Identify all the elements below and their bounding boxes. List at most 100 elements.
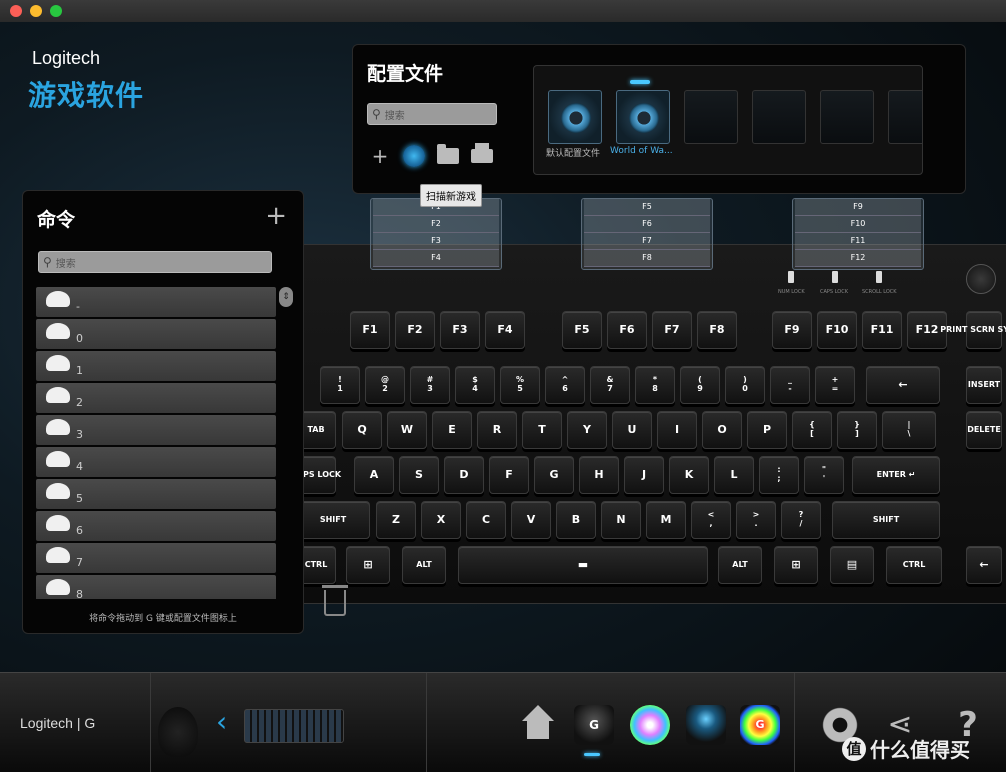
key-letter[interactable]: G <box>534 456 574 494</box>
key-letter[interactable]: > . <box>736 501 776 539</box>
key-letter[interactable]: Z <box>376 501 416 539</box>
keyboard-device-icon[interactable] <box>244 709 344 743</box>
key-arrow-left[interactable]: ← <box>966 546 1002 584</box>
key-f9[interactable]: F9 <box>772 311 812 349</box>
key-number[interactable]: ^ 6 <box>545 366 585 404</box>
key-letter[interactable]: < , <box>691 501 731 539</box>
key-letter[interactable]: N <box>601 501 641 539</box>
command-scroll-stepper[interactable]: ⇕ <box>279 287 293 307</box>
key-alt-right[interactable]: ALT <box>718 546 762 584</box>
key-letter[interactable]: P <box>747 411 787 449</box>
profile-slot-empty[interactable] <box>820 90 874 144</box>
command-item[interactable]: 5 <box>36 479 276 509</box>
key-f6[interactable]: F6 <box>607 311 647 349</box>
key-letter[interactable]: J <box>624 456 664 494</box>
key-number[interactable]: ) 0 <box>725 366 765 404</box>
print-icon[interactable] <box>471 143 493 163</box>
key-letter[interactable]: Y <box>567 411 607 449</box>
key-f10[interactable]: F10 <box>817 311 857 349</box>
key-number[interactable]: @ 2 <box>365 366 405 404</box>
import-folder-icon[interactable] <box>437 144 459 164</box>
key-letter[interactable]: : ; <box>759 456 799 494</box>
key-letter[interactable]: } ] <box>837 411 877 449</box>
key-insert[interactable]: INSERT <box>966 366 1002 404</box>
key-letter[interactable]: L <box>714 456 754 494</box>
key-letter[interactable]: ? / <box>781 501 821 539</box>
command-item[interactable]: 7 <box>36 543 276 573</box>
command-item[interactable]: 2 <box>36 383 276 413</box>
maximize-window-button[interactable] <box>50 5 62 17</box>
minimize-window-button[interactable] <box>30 5 42 17</box>
key-f8[interactable]: F8 <box>697 311 737 349</box>
profile-slot-empty[interactable] <box>684 90 738 144</box>
key-space[interactable]: ▬ <box>458 546 708 584</box>
mouse-device-icon[interactable] <box>158 707 198 757</box>
key-letter[interactable]: H <box>579 456 619 494</box>
heatmap-icon[interactable]: G <box>740 705 780 745</box>
gkey-slot[interactable]: F7 <box>584 233 710 250</box>
key-letter[interactable]: K <box>669 456 709 494</box>
command-search-input[interactable]: ⚲ 搜索 <box>38 251 272 273</box>
key-letter[interactable]: D <box>444 456 484 494</box>
key-number[interactable]: _ - <box>770 366 810 404</box>
key-letter[interactable]: T <box>522 411 562 449</box>
key-number[interactable]: * 8 <box>635 366 675 404</box>
key-windows-left[interactable]: ⊞ <box>346 546 390 584</box>
key-letter[interactable]: X <box>421 501 461 539</box>
gkey-slot[interactable]: F5 <box>584 199 710 216</box>
command-item[interactable]: 1 <box>36 351 276 381</box>
gkey-group-1[interactable]: F1 F2 F3 F4 <box>370 198 502 270</box>
command-item[interactable]: 0 <box>36 319 276 349</box>
key-letter[interactable]: Q <box>342 411 382 449</box>
gkey-group-3[interactable]: F9 F10 F11 F12 <box>792 198 924 270</box>
gkey-customize-icon[interactable]: G <box>574 705 614 745</box>
lighting-icon[interactable] <box>630 705 670 745</box>
key-letter[interactable]: B <box>556 501 596 539</box>
key-letter[interactable]: O <box>702 411 742 449</box>
scan-games-icon[interactable] <box>403 145 425 167</box>
key-shift-left[interactable]: SHIFT <box>296 501 370 539</box>
gkey-group-2[interactable]: F5 F6 F7 F8 <box>581 198 713 270</box>
key-number[interactable]: & 7 <box>590 366 630 404</box>
key-f11[interactable]: F11 <box>862 311 902 349</box>
key-lighting-icon[interactable] <box>686 705 726 745</box>
key-letter[interactable]: M <box>646 501 686 539</box>
key-letter[interactable]: U <box>612 411 652 449</box>
gkey-slot[interactable]: F3 <box>373 233 499 250</box>
gkey-slot[interactable]: F8 <box>584 250 710 267</box>
key-delete[interactable]: DELETE <box>966 411 1002 449</box>
gkey-slot[interactable]: F12 <box>795 250 921 267</box>
key-number[interactable]: $ 4 <box>455 366 495 404</box>
gkey-slot[interactable]: F11 <box>795 233 921 250</box>
key-letter[interactable]: { [ <box>792 411 832 449</box>
gkey-slot[interactable]: F2 <box>373 216 499 233</box>
key-number[interactable]: + = <box>815 366 855 404</box>
key-letter[interactable]: C <box>466 501 506 539</box>
command-item[interactable]: 8 <box>36 575 276 599</box>
add-profile-icon[interactable]: + <box>369 145 391 167</box>
key-alt-left[interactable]: ALT <box>402 546 446 584</box>
backlight-button[interactable] <box>966 264 996 294</box>
key-number[interactable]: % 5 <box>500 366 540 404</box>
profile-slot-empty[interactable] <box>752 90 806 144</box>
key-letter[interactable]: A <box>354 456 394 494</box>
key-backspace[interactable]: ← <box>866 366 940 404</box>
key-windows-right[interactable]: ⊞ <box>774 546 818 584</box>
key-letter[interactable]: W <box>387 411 427 449</box>
command-item[interactable]: 4 <box>36 447 276 477</box>
key-letter[interactable]: S <box>399 456 439 494</box>
trash-icon[interactable] <box>322 585 348 616</box>
key-letter[interactable]: | \ <box>882 411 936 449</box>
key-print-screen[interactable]: PRINT SCRN SYSRQ <box>940 311 1006 349</box>
command-item[interactable]: 3 <box>36 415 276 445</box>
key-number[interactable]: # 3 <box>410 366 450 404</box>
key-letter[interactable]: F <box>489 456 529 494</box>
key-letter[interactable]: V <box>511 501 551 539</box>
command-item[interactable]: 6 <box>36 511 276 541</box>
key-letter[interactable]: I <box>657 411 697 449</box>
profile-slot-empty[interactable] <box>888 90 922 144</box>
prev-device-button[interactable]: ‹ <box>216 705 227 738</box>
key-f7[interactable]: F7 <box>652 311 692 349</box>
profile-slot-default[interactable] <box>548 90 602 144</box>
command-item[interactable]: - <box>36 287 276 317</box>
